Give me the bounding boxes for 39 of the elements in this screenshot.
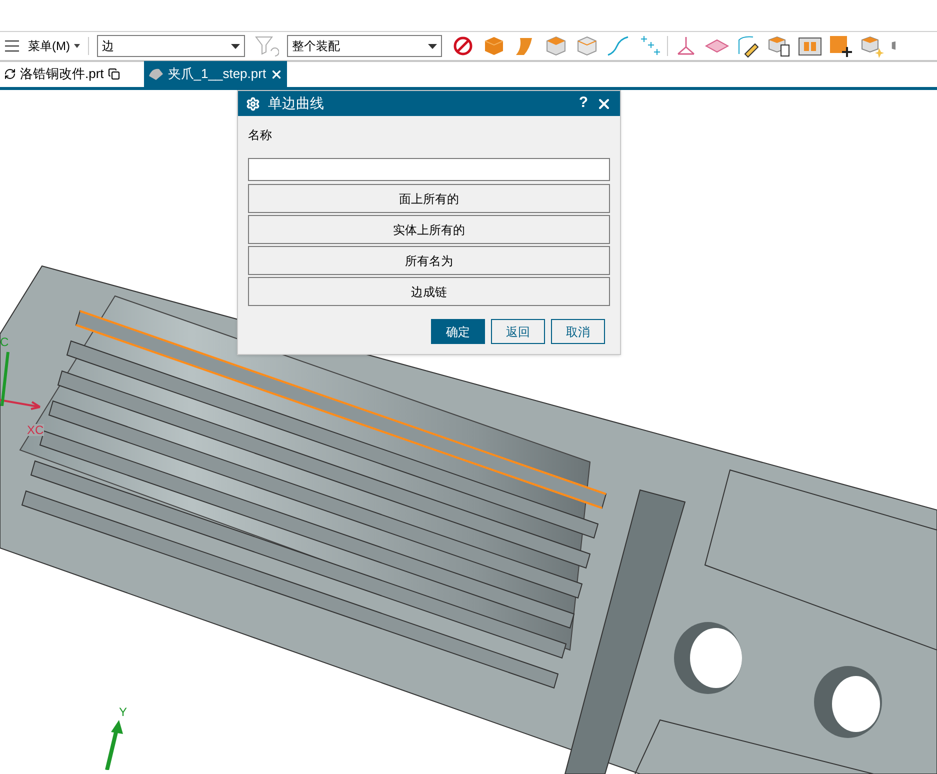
caret-icon [74,44,80,48]
option-button[interactable]: 所有名为 [248,246,610,275]
tab-label: 夹爪_1__step.prt [168,65,266,84]
axis-label: C [0,334,9,351]
move-square-icon[interactable] [828,34,854,58]
name-input-field[interactable] [248,158,610,181]
axis-label: Y [119,704,128,721]
field-label: 名称 [248,127,273,144]
settings-icon[interactable] [246,96,260,110]
filter-icon[interactable] [253,34,279,58]
refresh-icon [4,68,16,80]
menu-icon[interactable] [4,39,20,53]
copy-icon[interactable] [108,68,120,80]
cube-copy-icon[interactable] [766,34,792,58]
file-tab[interactable]: 夹爪_1__step.prt [144,61,288,87]
through-hole [674,622,742,694]
curve-icon[interactable] [605,34,631,58]
y-axis-arrow [103,720,125,770]
caret-icon [428,44,437,48]
through-hole [814,666,882,738]
option-button[interactable]: 实体上所有的 [248,215,610,244]
part-icon [148,67,164,81]
close-icon[interactable] [270,68,284,80]
tab-label: 洛锆铜改件.prt [20,65,104,84]
dialog-button[interactable]: 取消 [551,319,605,344]
cube-spark-icon[interactable] [859,34,885,58]
option-button[interactable]: 面上所有的 [248,184,610,213]
help-button[interactable]: ? [578,92,588,115]
dialog-title: 单边曲线 [268,94,325,113]
option-button[interactable]: 边成链 [248,277,610,306]
scope-filter-dropdown[interactable]: 整个装配 [287,35,442,57]
menu-button[interactable]: 菜单(M) [28,37,89,55]
caret-icon [231,44,240,48]
dialog-button[interactable]: 确定 [431,319,485,344]
type-filter-dropdown[interactable]: 边 [97,35,245,57]
x-axis-arrow [0,398,42,410]
axis-label: XC [27,424,44,436]
file-tab[interactable]: 洛锆铜改件.prt [0,61,124,87]
dialog-button[interactable]: 返回 [491,319,545,344]
